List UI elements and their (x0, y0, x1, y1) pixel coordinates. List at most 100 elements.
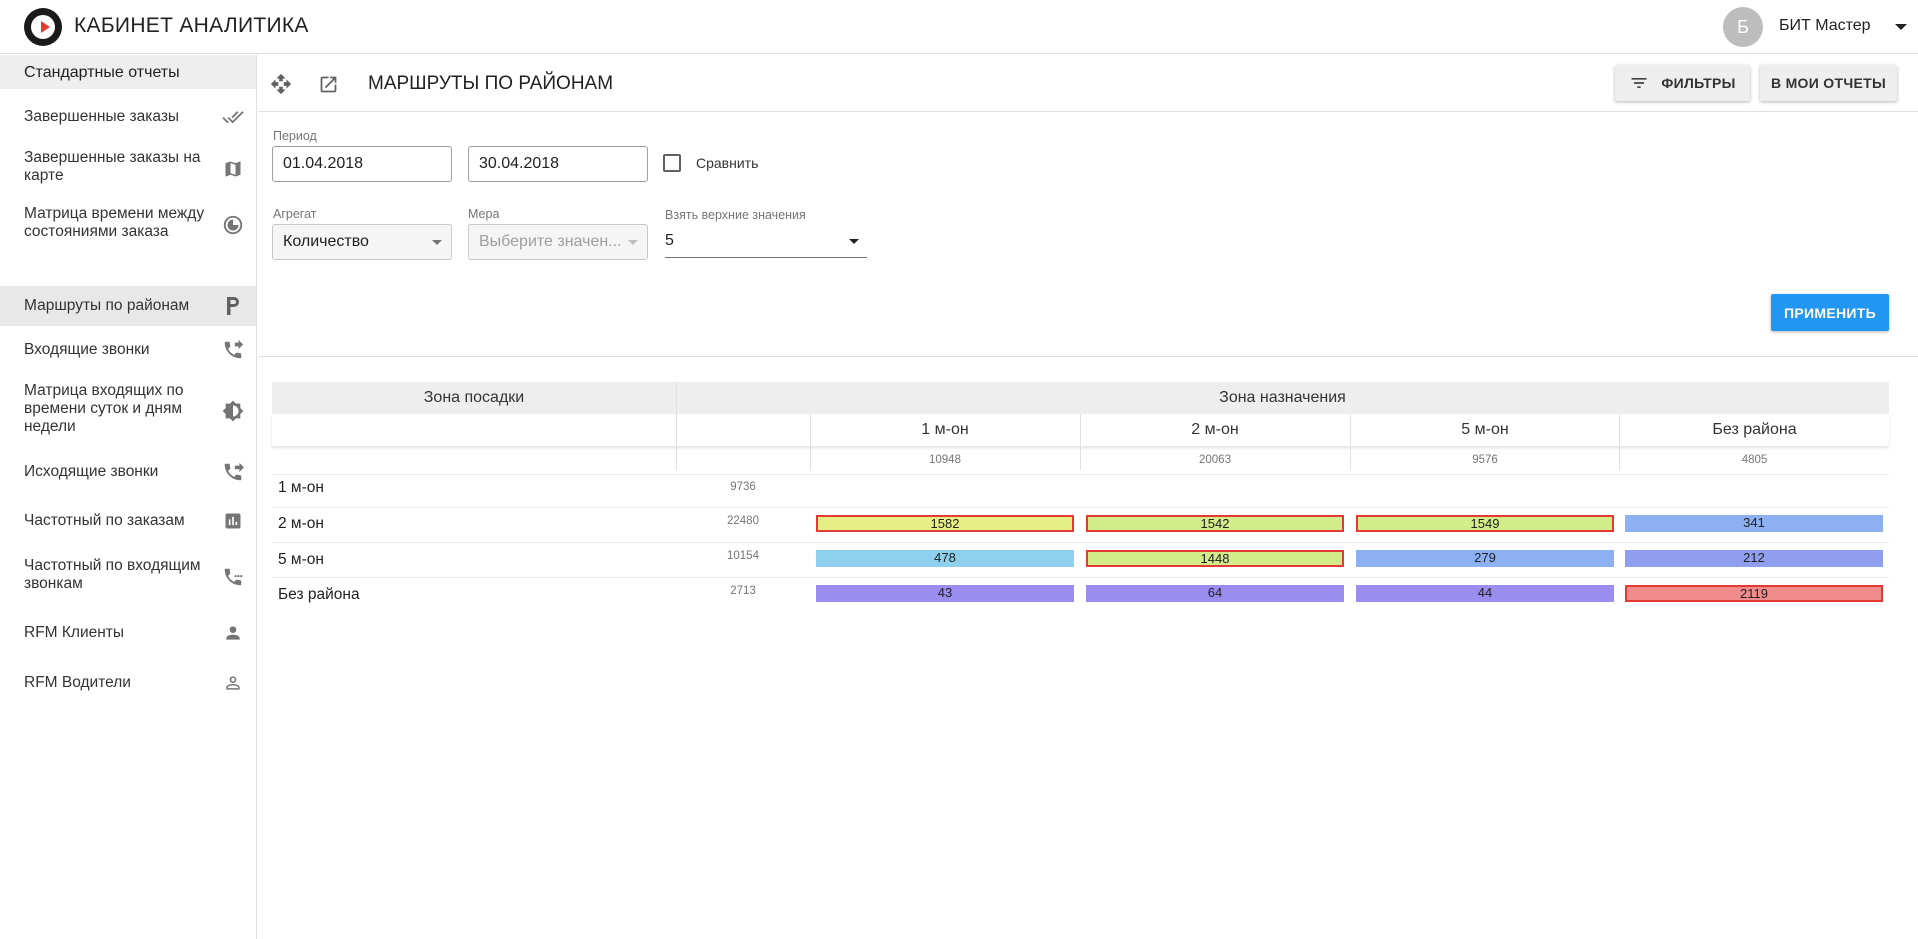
sidebar-header: Стандартные отчеты (0, 55, 256, 89)
row-total: 10154 (727, 550, 759, 562)
destination-zone-header: Зона назначения (1219, 389, 1346, 406)
row-divider (272, 474, 1889, 475)
aggregate-select[interactable]: Количество (272, 224, 452, 260)
sidebar-item-rfm-clients[interactable]: RFM Клиенты (0, 608, 256, 658)
row-divider (272, 577, 1889, 578)
matrix-cell[interactable]: 64 (1086, 585, 1344, 602)
sidebar-item-incoming-calls[interactable]: Входящие звонки (0, 326, 256, 374)
compare-label: Сравнить (696, 155, 759, 171)
row-total: 9736 (730, 481, 756, 493)
sidebar-item-state-time-matrix[interactable]: Матрица времени между состояниями заказа (0, 197, 256, 253)
app-title: КАБИНЕТ АНАЛИТИКА (74, 14, 309, 37)
measure-select-placeholder: Выберите значен... (479, 233, 622, 250)
matrix-cell[interactable]: 279 (1356, 550, 1614, 567)
sidebar-item-label: RFM Водители (24, 674, 131, 691)
add-to-my-reports-button[interactable]: В МОИ ОТЧЕТЫ (1760, 65, 1897, 101)
filters-button[interactable]: ФИЛЬТРЫ (1615, 65, 1750, 101)
grid-line (676, 382, 677, 470)
row-divider (272, 542, 1889, 543)
matrix-cell[interactable]: 478 (816, 550, 1074, 567)
sidebar-item-completed-orders[interactable]: Завершенные заказы (0, 93, 256, 141)
row-total: 2713 (730, 585, 756, 597)
origin-row-label: 5 м-он (278, 551, 324, 568)
sidebar-item-label: RFM Клиенты (24, 624, 125, 641)
phone-forwarded-icon (222, 339, 244, 361)
origin-row-label: Без района (278, 586, 360, 603)
sidebar-item-call-frequency[interactable]: Частотный по входящим звонкам (0, 546, 256, 608)
filters-button-label: ФИЛЬТРЫ (1661, 75, 1736, 91)
page-title: МАРШРУТЫ ПО РАЙОНАМ (368, 73, 614, 94)
sidebar-item-label: Матрица времени между состояниями заказа (24, 205, 205, 240)
dest-column-header[interactable]: 2 м-он (1080, 421, 1350, 439)
origin-zone-header: Зона посадки (423, 389, 525, 406)
origin-row-label: 2 м-он (278, 515, 324, 532)
bar-chart-icon (222, 510, 244, 532)
phone-outgoing-icon (222, 461, 244, 483)
dest-column-header[interactable]: 1 м-он (810, 421, 1080, 439)
chevron-down-icon (628, 240, 638, 245)
sidebar-item-order-frequency[interactable]: Частотный по заказам (0, 496, 256, 546)
sidebar-item-label: Завершенные заказы на карте (24, 149, 201, 184)
open-external-icon[interactable] (315, 71, 341, 97)
compare-checkbox[interactable] (663, 154, 681, 172)
aggregate-label: Агрегат (273, 207, 317, 221)
date-from-input[interactable]: 01.04.2018 (272, 146, 452, 182)
measure-select[interactable]: Выберите значен... (468, 224, 648, 260)
matrix-cell[interactable]: 1582 (816, 515, 1074, 532)
dest-column-header[interactable]: Без района (1620, 421, 1889, 439)
matrix-cell[interactable]: 43 (816, 585, 1074, 602)
done-all-icon (222, 106, 244, 128)
aggregate-select-value: Количество (283, 233, 369, 250)
user-name[interactable]: БИТ Мастер (1779, 17, 1871, 35)
matrix-cell[interactable]: 341 (1625, 515, 1883, 532)
sidebar: Стандартные отчеты Завершенные заказы За… (0, 55, 257, 939)
brightness-icon (222, 400, 244, 422)
sidebar-item-routes-by-district[interactable]: Маршруты по районам (0, 286, 256, 326)
report-toolbar: МАРШРУТЫ ПО РАЙОНАМ ФИЛЬТРЫ В МОИ ОТЧЕТЫ (258, 55, 1918, 112)
move-icon[interactable] (268, 71, 294, 97)
map-icon (222, 158, 244, 180)
row-divider (272, 507, 1889, 508)
sidebar-item-label: Завершенные заказы (24, 108, 180, 125)
sidebar-item-rfm-drivers[interactable]: RFM Водители (0, 658, 256, 708)
sidebar-item-outgoing-calls[interactable]: Исходящие звонки (0, 448, 256, 496)
app-bar: КАБИНЕТ АНАЛИТИКА Б БИТ Мастер (0, 0, 1918, 54)
phone-log-icon (222, 566, 244, 588)
sidebar-item-incoming-matrix[interactable]: Матрица входящих по времени суток и дням… (0, 374, 256, 448)
matrix-cell[interactable]: 1549 (1356, 515, 1614, 532)
person-icon (222, 622, 244, 644)
user-menu-caret-icon[interactable] (1895, 24, 1907, 30)
top-values-select-value: 5 (665, 232, 674, 249)
dest-column-header[interactable]: 5 м-он (1350, 421, 1620, 439)
sidebar-item-orders-map[interactable]: Завершенные заказы на карте (0, 141, 256, 197)
parking-icon (222, 295, 244, 317)
matrix-cell[interactable]: 1542 (1086, 515, 1344, 532)
matrix-cell[interactable]: 1448 (1086, 550, 1344, 567)
sidebar-item-label: Матрица входящих по времени суток и дням… (24, 382, 184, 435)
chevron-down-icon (432, 240, 442, 245)
add-to-my-reports-label: В МОИ ОТЧЕТЫ (1771, 75, 1886, 91)
sidebar-item-label: Маршруты по районам (24, 297, 190, 314)
chevron-down-icon (849, 239, 859, 244)
timelapse-icon (222, 214, 244, 236)
matrix-cell[interactable]: 2119 (1625, 585, 1883, 602)
matrix-cell[interactable]: 212 (1625, 550, 1883, 567)
filter-icon (1631, 78, 1647, 88)
column-total: 20063 (1199, 454, 1231, 466)
top-values-label: Взять верхние значения (665, 208, 806, 222)
sidebar-item-label: Частотный по заказам (24, 512, 185, 529)
top-values-select[interactable]: 5 (665, 226, 867, 258)
column-total: 9576 (1472, 454, 1498, 466)
column-total: 4805 (1741, 454, 1768, 466)
divider (258, 356, 1918, 357)
measure-label: Мера (468, 207, 500, 221)
period-label: Период (273, 129, 317, 143)
avatar[interactable]: Б (1723, 7, 1763, 47)
matrix-cell[interactable]: 44 (1356, 585, 1614, 602)
apply-button[interactable]: ПРИМЕНИТЬ (1771, 294, 1889, 331)
date-to-input[interactable]: 30.04.2018 (468, 146, 648, 182)
sidebar-item-label: Входящие звонки (24, 341, 150, 358)
origin-row-label: 1 м-он (278, 479, 324, 496)
sidebar-item-label: Исходящие звонки (24, 463, 159, 480)
sidebar-item-label: Частотный по входящим звонкам (24, 557, 201, 592)
